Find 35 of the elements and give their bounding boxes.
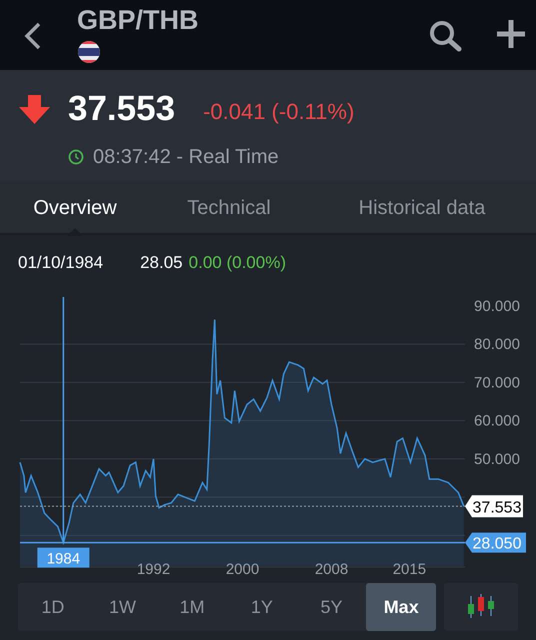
clock-icon bbox=[68, 149, 84, 165]
y-axis-label: 50.000 bbox=[474, 450, 520, 468]
x-axis-label: 1992 bbox=[136, 561, 170, 578]
range-tab[interactable]: 1Y bbox=[227, 583, 297, 631]
x-axis-label: 2015 bbox=[392, 561, 426, 578]
y-axis-label: 70.000 bbox=[474, 374, 520, 392]
crosshair-price: 28.05 bbox=[140, 252, 183, 274]
update-time: 08:37:42 - Real Time bbox=[93, 145, 279, 170]
crosshair-date: 01/10/1984 bbox=[18, 252, 104, 274]
flag-icon bbox=[77, 40, 101, 64]
tab[interactable]: Historical data bbox=[308, 181, 536, 234]
range-tab[interactable]: 5Y bbox=[296, 583, 366, 631]
candlestick-icon bbox=[467, 594, 495, 620]
x-axis-label: 2000 bbox=[226, 561, 260, 578]
last-price-label: 37.553 bbox=[465, 495, 523, 518]
range-tab[interactable]: 1D bbox=[18, 583, 88, 631]
crosshair-change: 0.00 (0.00%) bbox=[188, 252, 286, 274]
range-tab[interactable]: 1W bbox=[88, 583, 158, 631]
x-axis-label: 2008 bbox=[314, 561, 348, 578]
price-value: 37.553 bbox=[68, 88, 176, 130]
y-axis-label: 80.000 bbox=[474, 336, 520, 354]
price-change: -0.041 (-0.11%) bbox=[203, 98, 354, 126]
range-tab[interactable]: Max bbox=[366, 583, 436, 631]
pair-title: GBP/THB bbox=[77, 4, 198, 37]
back-icon[interactable] bbox=[24, 22, 42, 50]
y-axis-label: 90.000 bbox=[474, 298, 520, 315]
tab[interactable]: Technical bbox=[150, 181, 308, 234]
tab[interactable]: Overview bbox=[0, 181, 150, 234]
candlestick-button[interactable] bbox=[444, 583, 518, 631]
plus-icon[interactable] bbox=[496, 19, 526, 49]
range-tab[interactable]: 1M bbox=[157, 583, 228, 631]
crosshair-date-label: 1984 bbox=[37, 548, 90, 568]
search-icon[interactable] bbox=[429, 20, 463, 52]
y-axis-label: 60.000 bbox=[474, 412, 520, 430]
crosshair-price-label: 28.050 bbox=[465, 532, 526, 553]
